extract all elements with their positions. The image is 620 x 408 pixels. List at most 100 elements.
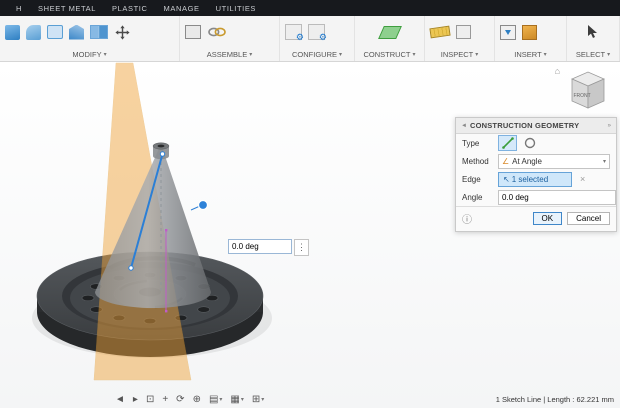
fit-view-button[interactable]: ⊡ xyxy=(146,395,154,405)
display-settings-icon: ▤ xyxy=(209,395,218,405)
construct-label: CONSTRUCT xyxy=(363,50,410,59)
new-component-icon[interactable] xyxy=(185,25,201,39)
view-next-button[interactable]: ▸ xyxy=(133,395,138,405)
angle-input[interactable] xyxy=(498,190,616,205)
viewport[interactable]: ⋮ ⌂ FRONT ◄ CONSTRUCTION GEOMETRY » Type xyxy=(0,62,620,408)
viewports-icon: ⊞ xyxy=(252,395,260,405)
move-copy-icon[interactable] xyxy=(114,24,131,41)
edge-selection-field[interactable]: ↖ 1 selected xyxy=(498,172,572,187)
toolbar-group-construct: CONSTRUCT ▾ xyxy=(355,16,425,61)
dropdown-caret-icon: ▾ xyxy=(219,395,222,405)
angle-icon: ∠ xyxy=(502,157,509,166)
viewcube-front-label[interactable]: FRONT xyxy=(574,93,591,99)
insert-label: INSERT xyxy=(514,50,541,59)
ok-button[interactable]: OK xyxy=(533,212,563,225)
joint-icon[interactable] xyxy=(207,24,227,40)
toolbar-group-select: SELECT ▾ xyxy=(567,16,620,61)
configure-label: CONFIGURE xyxy=(292,50,337,59)
dropdown-caret-icon: ▾ xyxy=(104,51,107,58)
dropdown-caret-icon: ▾ xyxy=(603,158,606,165)
grid-settings-icon: ▦ xyxy=(230,395,239,405)
method-value: At Angle xyxy=(512,157,542,166)
dropdown-caret-icon: ▾ xyxy=(261,395,264,405)
info-icon[interactable]: ⓘ xyxy=(462,211,472,226)
grid-settings-button[interactable]: ▦ ▾ xyxy=(230,395,243,405)
insert-mcmaster-icon[interactable] xyxy=(522,25,537,40)
angle-label: Angle xyxy=(462,193,498,202)
tab-manage[interactable]: MANAGE xyxy=(164,4,200,13)
3d-model-canvas[interactable] xyxy=(0,62,620,408)
orbit-button[interactable]: ⟳ xyxy=(176,395,184,405)
inline-options-icon[interactable]: ⋮ xyxy=(294,239,309,256)
configuration-icon[interactable]: ⚙ xyxy=(285,24,302,40)
dropdown-caret-icon: ▾ xyxy=(544,51,547,58)
select-label: SELECT xyxy=(576,50,605,59)
type-line-icon[interactable] xyxy=(498,135,517,151)
view-previous-button[interactable]: ◄ xyxy=(115,395,125,405)
clear-selection-icon[interactable]: × xyxy=(580,174,585,184)
press-pull-icon[interactable] xyxy=(5,25,20,40)
expand-icon[interactable]: » xyxy=(608,123,611,129)
type-circle-icon[interactable] xyxy=(520,135,539,151)
cancel-button[interactable]: Cancel xyxy=(567,212,610,225)
configure-menu[interactable]: CONFIGURE ▾ xyxy=(285,50,349,59)
collapse-icon[interactable]: ◄ xyxy=(461,123,467,129)
type-row: Type xyxy=(456,134,616,152)
inspect-label: INSPECT xyxy=(441,50,474,59)
tab-utilities[interactable]: UTILITIES xyxy=(216,4,256,13)
edge-row: Edge ↖ 1 selected × xyxy=(456,170,616,188)
look-at-button[interactable]: ⊕ xyxy=(193,395,201,405)
dialog-header[interactable]: ◄ CONSTRUCTION GEOMETRY » xyxy=(456,118,616,134)
top-tab-bar: H SHEET METAL PLASTIC MANAGE UTILITIES xyxy=(0,0,620,16)
gear-icon: ⚙ xyxy=(296,33,304,42)
angle-row: Angle xyxy=(456,188,616,206)
pan-button[interactable]: + xyxy=(162,395,168,405)
dialog-title: CONSTRUCTION GEOMETRY xyxy=(470,121,605,130)
edge-label: Edge xyxy=(462,175,498,184)
configuration-table-icon[interactable]: ⚙ xyxy=(308,24,325,40)
gear-icon: ⚙ xyxy=(319,33,327,42)
toolbar-group-configure: ⚙ ⚙ CONFIGURE ▾ xyxy=(280,16,355,61)
insert-menu[interactable]: INSERT ▾ xyxy=(500,50,561,59)
view-cube[interactable]: FRONT xyxy=(560,68,612,114)
construct-menu[interactable]: CONSTRUCT ▾ xyxy=(360,50,419,59)
selection-status: 1 Sketch Line | Length : 62.221 mm xyxy=(496,395,614,404)
fillet-icon[interactable] xyxy=(26,25,41,40)
tab-plastic[interactable]: PLASTIC xyxy=(112,4,147,13)
method-row: Method ∠ At Angle ▾ xyxy=(456,152,616,170)
measure-icon[interactable] xyxy=(429,26,450,39)
toolbar-group-inspect: INSPECT ▾ xyxy=(425,16,495,61)
combine-icon[interactable] xyxy=(69,25,84,40)
modify-label: MODIFY xyxy=(72,50,101,59)
type-label: Type xyxy=(462,139,498,148)
angle-inline-input[interactable] xyxy=(228,239,292,254)
view-navigation-bar: ◄ ▸ ⊡ + ⟳ ⊕ ▤ ▾ ▦ ▾ ⊞ ▾ xyxy=(115,395,264,405)
insert-derive-icon[interactable] xyxy=(500,25,516,40)
split-body-icon[interactable] xyxy=(90,25,108,39)
dropdown-caret-icon: ▾ xyxy=(241,395,244,405)
toolbar-group-assemble: ASSEMBLE ▾ xyxy=(180,16,280,61)
method-label: Method xyxy=(462,157,498,166)
dropdown-caret-icon: ▾ xyxy=(475,51,478,58)
dropdown-caret-icon: ▾ xyxy=(413,51,416,58)
cursor-icon: ↖ xyxy=(503,175,510,184)
select-cursor-icon[interactable] xyxy=(587,25,599,39)
method-dropdown[interactable]: ∠ At Angle ▾ xyxy=(498,154,610,169)
fusion-window: H SHEET METAL PLASTIC MANAGE UTILITIES M… xyxy=(0,0,620,408)
assemble-menu[interactable]: ASSEMBLE ▾ xyxy=(185,50,274,59)
dropdown-caret-icon: ▾ xyxy=(249,51,252,58)
shell-icon[interactable] xyxy=(47,25,63,39)
display-settings-button[interactable]: ▤ ▾ xyxy=(209,395,222,405)
viewports-button[interactable]: ⊞ ▾ xyxy=(252,395,264,405)
modify-menu[interactable]: MODIFY ▾ xyxy=(5,50,174,59)
section-analysis-icon[interactable] xyxy=(456,25,471,39)
dropdown-caret-icon: ▾ xyxy=(607,51,610,58)
rotate-manipulator[interactable] xyxy=(191,201,208,211)
inspect-menu[interactable]: INSPECT ▾ xyxy=(430,50,489,59)
select-menu[interactable]: SELECT ▾ xyxy=(572,50,614,59)
tab-sheet-metal[interactable]: SHEET METAL xyxy=(38,4,96,13)
dialog-footer: ⓘ OK Cancel xyxy=(456,206,616,231)
toolbar-group-modify: MODIFY ▾ xyxy=(0,16,180,61)
tab-partial[interactable]: H xyxy=(16,4,22,13)
construction-plane-icon[interactable] xyxy=(378,26,402,39)
